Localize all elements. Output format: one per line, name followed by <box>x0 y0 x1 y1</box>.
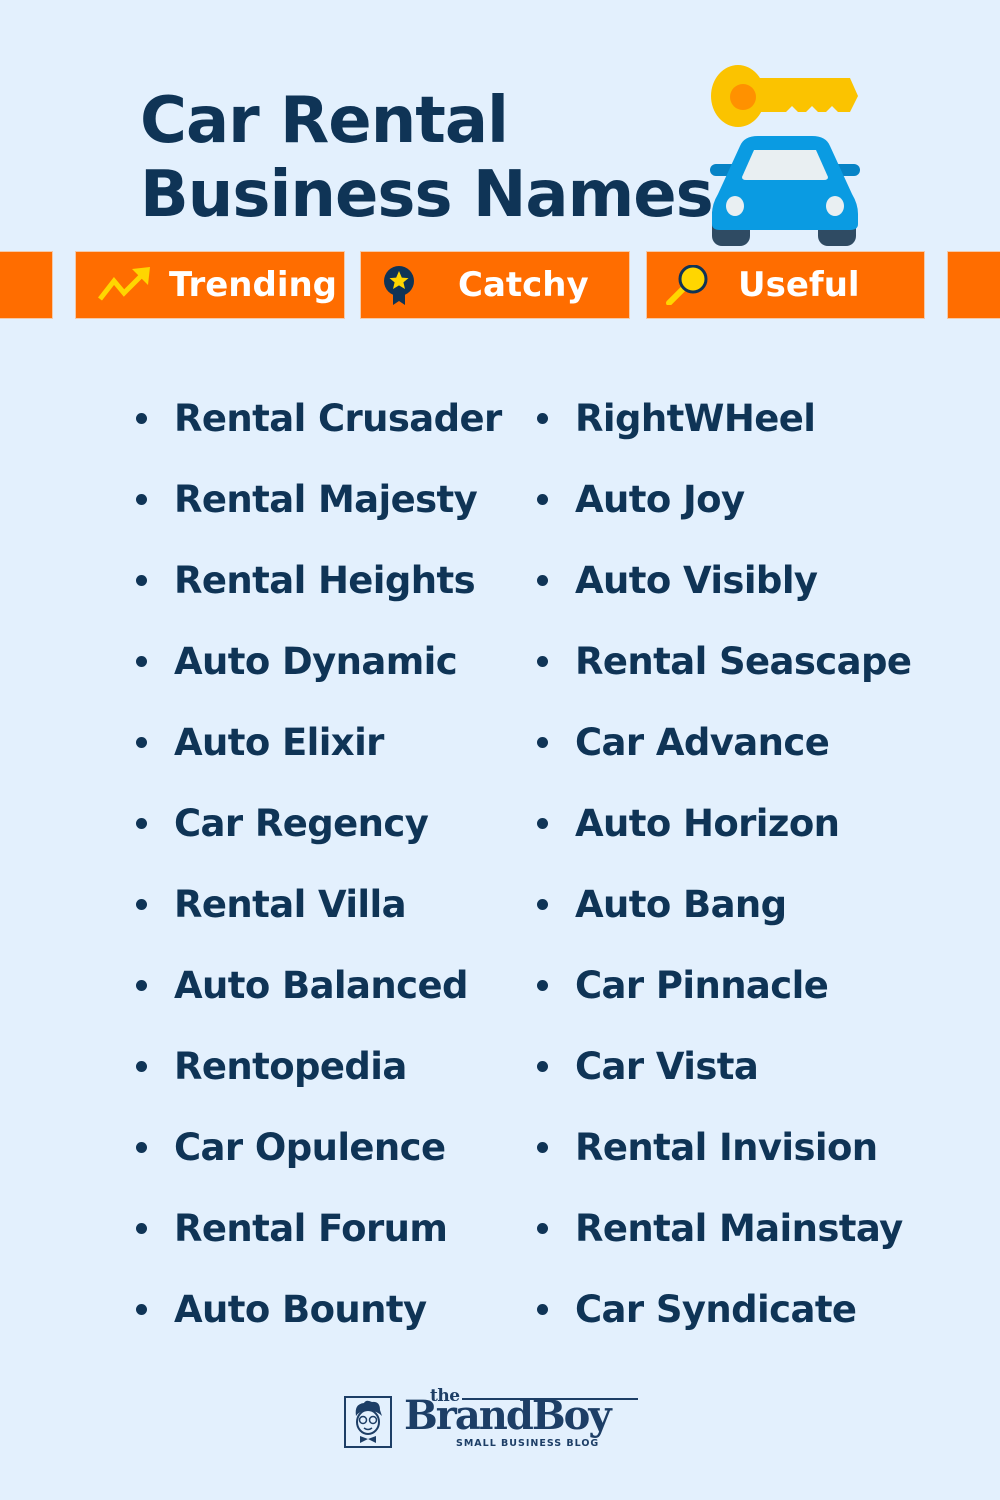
name-list-item: Rental Seascape <box>533 621 912 702</box>
business-name: Auto Horizon <box>575 802 840 845</box>
name-list-item: Auto Bounty <box>132 1269 502 1350</box>
business-name: Auto Bounty <box>174 1288 427 1331</box>
business-name: Car Syndicate <box>575 1288 857 1331</box>
bullet-icon <box>136 1142 147 1153</box>
tag-trending-label: Trending <box>169 265 338 305</box>
name-list-item: Auto Elixir <box>132 702 502 783</box>
bullet-icon <box>136 737 147 748</box>
name-list-item: Auto Balanced <box>132 945 502 1026</box>
name-list-item: Rental Villa <box>132 864 502 945</box>
brand-boy-avatar-icon <box>344 1396 392 1448</box>
business-name: Rental Mainstay <box>575 1207 903 1250</box>
bullet-icon <box>136 1304 147 1315</box>
business-name: Rental Villa <box>174 883 407 926</box>
name-list-item: Auto Horizon <box>533 783 911 864</box>
bullet-icon <box>537 1061 548 1072</box>
bullet-icon <box>136 1223 147 1234</box>
names-column-right: RightWHeel Auto Joy Auto Visibly Rental Sea… <box>533 378 912 1350</box>
page-title-line-2: Business Names <box>140 158 714 232</box>
business-name: Car Advance <box>575 721 830 764</box>
name-list-item: Rental Heights <box>132 540 502 621</box>
trending-up-icon <box>98 267 150 301</box>
name-list-item: Auto Joy <box>533 459 911 540</box>
tag-catchy[interactable]: Catchy <box>361 252 629 318</box>
car-icon <box>710 136 860 246</box>
brand-tagline: SMALL BUSINESS BLOG <box>456 1438 600 1449</box>
name-list-item: Car Vista <box>533 1026 911 1107</box>
hero-illustration <box>710 65 860 246</box>
tag-trending[interactable]: Trending <box>76 252 344 318</box>
business-name: Auto Bang <box>575 883 787 926</box>
business-name: Rental Heights <box>174 559 476 602</box>
name-list-item: Rental Majesty <box>132 459 502 540</box>
business-name: Car Opulence <box>174 1126 446 1169</box>
award-ribbon-star-icon <box>384 266 414 305</box>
name-list-item: Auto Visibly <box>533 540 911 621</box>
name-list-item: Car Syndicate <box>533 1269 911 1350</box>
business-name: Auto Dynamic <box>174 640 458 683</box>
tag-useful-label: Useful <box>738 265 860 305</box>
bullet-icon <box>537 1304 548 1315</box>
bullet-icon <box>136 818 147 829</box>
tag-useful[interactable]: Useful <box>647 252 924 318</box>
bullet-icon <box>537 899 548 910</box>
bullet-icon <box>136 899 147 910</box>
name-list-item: Auto Bang <box>533 864 911 945</box>
name-list-item: Car Regency <box>132 783 502 864</box>
business-name: Rental Crusader <box>174 397 502 440</box>
bullet-icon <box>537 980 548 991</box>
name-list-item: RightWHeel <box>533 378 911 459</box>
business-name: Auto Balanced <box>174 964 468 1007</box>
business-name: Car Regency <box>174 802 429 845</box>
bullet-icon <box>537 1142 548 1153</box>
name-list-item: Rentopedia <box>132 1026 502 1107</box>
business-name: Rental Invision <box>575 1126 878 1169</box>
name-list-item: Rental Crusader <box>132 378 502 459</box>
bullet-icon <box>136 413 147 424</box>
bullet-icon <box>136 575 147 586</box>
bullet-icon <box>537 656 548 667</box>
names-column-left: Rental Crusader Rental Majesty Rental Heig… <box>132 378 502 1350</box>
business-name: RightWHeel <box>575 397 816 440</box>
business-name: Rental Seascape <box>575 640 912 683</box>
bullet-icon <box>136 656 147 667</box>
bullet-icon <box>537 413 548 424</box>
business-name: Car Vista <box>575 1045 759 1088</box>
business-name: Auto Visibly <box>575 559 818 602</box>
brand-name: BrandBoy <box>404 1392 612 1439</box>
bullet-icon <box>537 818 548 829</box>
tag-catchy-label: Catchy <box>458 265 589 305</box>
tag-bar-right-stub <box>948 252 1000 318</box>
name-list-item: Rental Invision <box>533 1107 911 1188</box>
bullet-icon <box>537 575 548 586</box>
bullet-icon <box>537 494 548 505</box>
bullet-icon <box>537 737 548 748</box>
bullet-icon <box>136 1061 147 1072</box>
name-list-item: Auto Dynamic <box>132 621 502 702</box>
tag-bar-left-stub <box>0 252 52 318</box>
business-name: Rental Forum <box>174 1207 448 1250</box>
business-name: Rental Majesty <box>174 478 478 521</box>
business-name: Rentopedia <box>174 1045 407 1088</box>
business-name: Auto Elixir <box>174 721 384 764</box>
bullet-icon <box>136 980 147 991</box>
brand-logo[interactable]: the BrandBoy SMALL BUSINESS BLOG <box>344 1386 644 1452</box>
magnifier-icon <box>666 265 708 305</box>
page-title-line-1: Car Rental <box>140 84 509 158</box>
business-name: Car Pinnacle <box>575 964 829 1007</box>
bullet-icon <box>537 1223 548 1234</box>
key-icon <box>711 65 858 127</box>
business-name: Auto Joy <box>575 478 745 521</box>
page-title: Car Rental Business Names <box>140 84 714 232</box>
name-list-item: Rental Forum <box>132 1188 502 1269</box>
name-list-item: Rental Mainstay <box>533 1188 911 1269</box>
bullet-icon <box>136 494 147 505</box>
name-list-item: Car Advance <box>533 702 911 783</box>
name-list-item: Car Pinnacle <box>533 945 911 1026</box>
name-list-item: Car Opulence <box>132 1107 502 1188</box>
